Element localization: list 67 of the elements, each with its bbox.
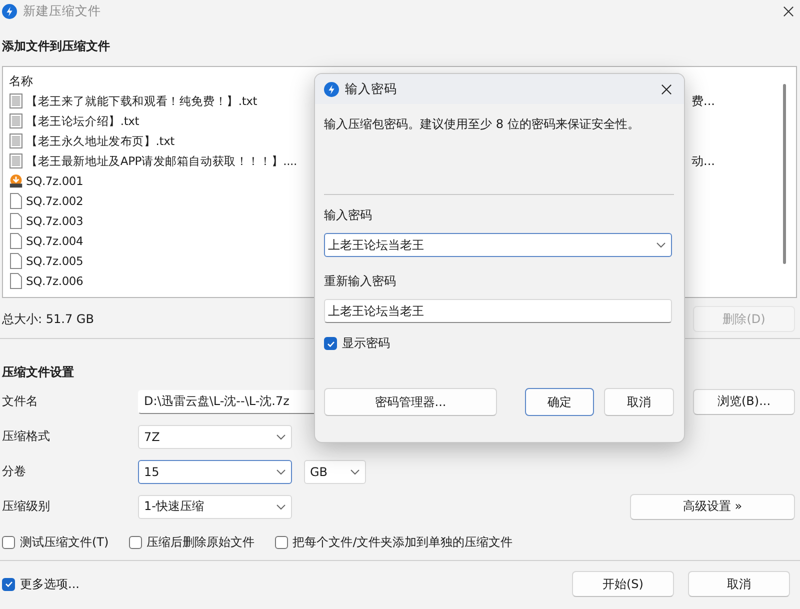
cancel-button[interactable]: 取消 (604, 388, 674, 416)
caret-icon (276, 504, 286, 510)
unit-dropdown[interactable]: GB (304, 460, 366, 484)
field-label: 文件名 (2, 393, 39, 410)
file-name[interactable]: SQ.7z.002 (26, 194, 84, 208)
checkbox[interactable] (2, 536, 15, 548)
blank-file-icon (9, 273, 23, 289)
field-label: 输入密码 (324, 207, 373, 224)
text-file-icon (9, 93, 23, 109)
file-name[interactable]: 【老王来了就能下载和观看！纯免费！】.txt (26, 94, 258, 108)
level-dropdown[interactable]: 1-快速压缩 (138, 494, 292, 518)
field-label: 压缩级别 (2, 498, 51, 515)
cancel-button[interactable]: 取消 (688, 571, 790, 597)
check-icon (4, 579, 14, 589)
total-size: 总大小: 51.7 GB (2, 310, 94, 328)
browse-button[interactable]: 浏览(B)... (693, 388, 795, 414)
text-file-icon (9, 153, 23, 169)
scrollbar[interactable] (783, 84, 786, 264)
format-dropdown[interactable]: 7Z (138, 424, 292, 448)
field-label: 压缩格式 (2, 428, 51, 445)
file-name[interactable]: 【老王永久地址发布页】.txt (26, 134, 174, 148)
password-manager-button[interactable]: 密码管理器... (324, 388, 497, 416)
start-button[interactable]: 开始(S) (572, 571, 674, 597)
file-name[interactable]: SQ.7z.003 (26, 214, 84, 228)
archive-file-icon (9, 173, 23, 189)
text-file-icon (9, 133, 23, 149)
dialog-hint: 输入压缩包密码。建议使用至少 8 位的密码来保证安全性。 (324, 116, 640, 133)
file-name[interactable]: SQ.7z.005 (26, 254, 84, 268)
caret-icon (656, 242, 666, 248)
checkbox-label: 把每个文件/文件夹添加到单独的压缩文件 (292, 534, 513, 550)
ok-button[interactable]: 确定 (525, 388, 594, 416)
close-icon[interactable] (661, 84, 672, 94)
advanced-settings-button[interactable]: 高级设置 » (630, 494, 795, 520)
caret-icon (350, 468, 360, 474)
file-name[interactable]: SQ.7z.004 (26, 234, 84, 248)
blank-file-icon (9, 193, 23, 209)
window-title: 新建压缩文件 (23, 2, 101, 20)
checkbox[interactable] (128, 536, 142, 548)
file-name[interactable]: SQ.7z.006 (26, 274, 84, 288)
caret-icon (276, 468, 286, 474)
checkbox[interactable] (274, 536, 288, 548)
section-heading: 添加文件到压缩文件 (1, 38, 111, 55)
checkbox[interactable] (2, 578, 15, 590)
field-label: 重新输入密码 (324, 273, 397, 290)
file-detail: 动... (690, 152, 715, 170)
split-size-dropdown[interactable]: 15 (138, 460, 292, 484)
password-field[interactable]: 上老王论坛当老王 (324, 233, 672, 257)
checkbox-label: 测试压缩文件(T) (20, 534, 109, 550)
blank-file-icon (9, 253, 23, 269)
file-detail: 费... (690, 92, 715, 110)
file-name[interactable]: SQ.7z.001 (26, 174, 84, 188)
blank-file-icon (9, 213, 23, 229)
dialog-title: 输入密码 (345, 80, 397, 98)
section-heading: 压缩文件设置 (0, 364, 75, 381)
checkbox-label: 压缩后删除原始文件 (146, 534, 255, 550)
field-label: 分卷 (2, 463, 27, 480)
text-file-icon (9, 113, 23, 129)
checkbox-label: 更多选项... (20, 576, 80, 592)
app-logo-icon (324, 82, 339, 96)
confirm-password-field[interactable]: 上老王论坛当老王 (324, 299, 672, 323)
caret-icon (276, 434, 286, 440)
checkbox[interactable] (324, 337, 337, 350)
file-name[interactable]: 【老王论坛介绍】.txt (26, 114, 140, 128)
close-icon[interactable] (783, 6, 794, 16)
file-name[interactable]: 【老王最新地址及APP请发邮箱自动获取！！！】.... (26, 154, 297, 168)
blank-file-icon (9, 233, 23, 249)
checkbox-label: 显示密码 (342, 335, 390, 352)
